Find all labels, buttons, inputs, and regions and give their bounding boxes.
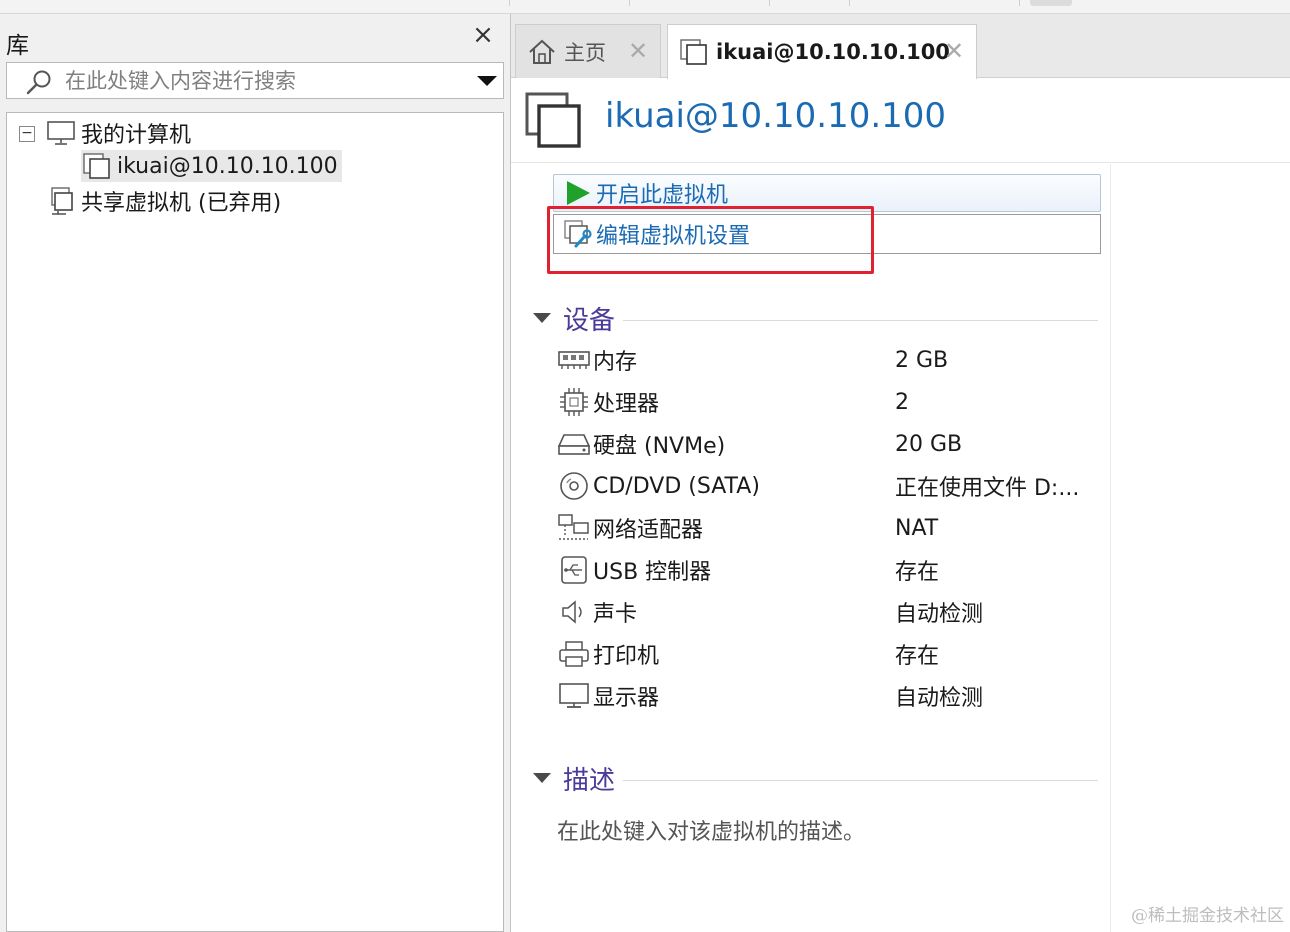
library-title: 库 [6, 33, 29, 59]
device-name: 显示器 [593, 686, 660, 711]
search-dropdown-arrow[interactable] [477, 76, 497, 86]
tree-item-shared-vms[interactable]: 共享虚拟机 (已弃用) [45, 185, 281, 217]
device-row-usb[interactable]: USB 控制器 存在 [557, 550, 1097, 590]
description-section-header[interactable]: 描述 [533, 760, 1098, 796]
device-row-printer[interactable]: 打印机 存在 [557, 634, 1097, 674]
device-name: 声卡 [593, 602, 638, 627]
tab-home[interactable]: 主页 ✕ [515, 24, 661, 78]
menu-bar-segment [630, 0, 770, 6]
devices-section-header[interactable]: 设备 [533, 300, 1098, 336]
device-row-sound[interactable]: 声卡 自动检测 [557, 592, 1097, 632]
vm-details-panel: 主页 ✕ ikuai@10.10.10.100 ✕ ikuai@10.10.10… [510, 14, 1290, 932]
search-icon [26, 70, 51, 95]
menu-bar-segment [0, 0, 510, 6]
device-name: 硬盘 (NVMe) [593, 434, 726, 459]
vm-title: ikuai@10.10.10.100 [605, 96, 947, 136]
description-placeholder[interactable]: 在此处键入对该虚拟机的描述。 [557, 814, 865, 846]
search-input[interactable] [65, 66, 465, 96]
device-value: 20 GB [895, 431, 963, 457]
device-name: 打印机 [593, 644, 660, 669]
device-row-hard-disk[interactable]: 硬盘 (NVMe) 20 GB [557, 424, 1097, 464]
sound-icon [557, 596, 591, 628]
device-name: 内存 [593, 350, 638, 375]
menu-bar-strip [0, 0, 1290, 14]
edit-settings-button[interactable]: 编辑虚拟机设置 [553, 214, 1101, 254]
printer-icon [557, 638, 591, 670]
device-row-cd-dvd[interactable]: CD/DVD (SATA) 正在使用文件 D:... [557, 466, 1097, 506]
device-row-display[interactable]: 显示器 自动检测 [557, 676, 1097, 716]
section-divider [623, 319, 1098, 321]
shared-vm-icon [45, 186, 77, 216]
device-value: 存在 [895, 560, 940, 585]
network-icon [557, 512, 591, 544]
device-name: 网络适配器 [593, 518, 704, 543]
tab-bar: 主页 ✕ ikuai@10.10.10.100 ✕ [511, 14, 1290, 79]
tree-item-label: 共享虚拟机 (已弃用) [81, 191, 282, 216]
library-tree: − 我的计算机 ikuai@10.10.10.100 共享虚拟机 (已弃用) [6, 112, 504, 932]
vm-large-icon [525, 92, 581, 148]
tab-label: ikuai@10.10.10.100 [716, 40, 950, 64]
tree-item-my-computer[interactable]: 我的计算机 [45, 117, 191, 149]
watermark-text: @稀土掘金技术社区 [1131, 906, 1284, 926]
vm-icon [678, 37, 710, 67]
collapse-triangle-icon [533, 313, 551, 323]
tree-item-vm[interactable]: ikuai@10.10.10.100 [81, 150, 342, 182]
library-close-button[interactable]: × [470, 22, 496, 48]
device-value: 存在 [895, 644, 940, 669]
power-on-button[interactable]: 开启此虚拟机 [553, 174, 1101, 212]
device-value: 2 [895, 389, 909, 415]
tab-close-icon[interactable]: ✕ [942, 37, 966, 65]
library-search-box [6, 62, 504, 99]
tree-item-label: 我的计算机 [81, 123, 192, 148]
device-value: NAT [895, 515, 939, 541]
device-value: 正在使用文件 D:... [895, 476, 1080, 501]
cd-icon [557, 470, 591, 502]
tab-close-icon[interactable]: ✕ [626, 37, 650, 65]
hdd-icon [557, 428, 591, 460]
vm-settings-icon [562, 219, 594, 249]
vm-summary: 开启此虚拟机 编辑虚拟机设置 设备 内存 2 GB 处理器 2 硬盘 (NVMe… [511, 164, 1111, 932]
tab-label: 主页 [564, 40, 606, 65]
collapse-triangle-icon [533, 773, 551, 783]
vm-icon [81, 151, 113, 181]
vm-header: ikuai@10.10.10.100 [511, 79, 1290, 163]
description-section-title: 描述 [563, 765, 616, 796]
cpu-icon [557, 386, 591, 418]
device-name: 处理器 [593, 392, 660, 417]
home-icon [526, 37, 558, 67]
menu-bar-segment [510, 0, 630, 6]
tree-collapse-toggle[interactable]: − [19, 126, 35, 142]
device-name: USB 控制器 [593, 560, 712, 585]
display-icon [557, 680, 591, 712]
toolbar-button-stub[interactable] [1030, 0, 1072, 6]
tree-item-label: ikuai@10.10.10.100 [117, 153, 338, 179]
tab-vm[interactable]: ikuai@10.10.10.100 ✕ [667, 24, 977, 79]
device-row-memory[interactable]: 内存 2 GB [557, 340, 1097, 380]
play-icon [562, 178, 594, 208]
device-value: 自动检测 [895, 602, 984, 627]
memory-icon [557, 344, 591, 376]
device-name: CD/DVD (SATA) [593, 473, 760, 499]
computer-icon [45, 118, 77, 148]
library-panel: 库 × − 我的计算机 [0, 14, 508, 932]
device-row-network[interactable]: 网络适配器 NAT [557, 508, 1097, 548]
menu-bar-segment [850, 0, 1020, 6]
devices-section-title: 设备 [563, 305, 616, 336]
device-value: 2 GB [895, 347, 949, 373]
device-value: 自动检测 [895, 686, 984, 711]
device-row-processor[interactable]: 处理器 2 [557, 382, 1097, 422]
edit-settings-label: 编辑虚拟机设置 [596, 224, 751, 249]
menu-bar-segment [770, 0, 850, 6]
usb-icon [557, 554, 591, 586]
power-on-label: 开启此虚拟机 [596, 183, 729, 208]
section-divider [623, 779, 1098, 781]
